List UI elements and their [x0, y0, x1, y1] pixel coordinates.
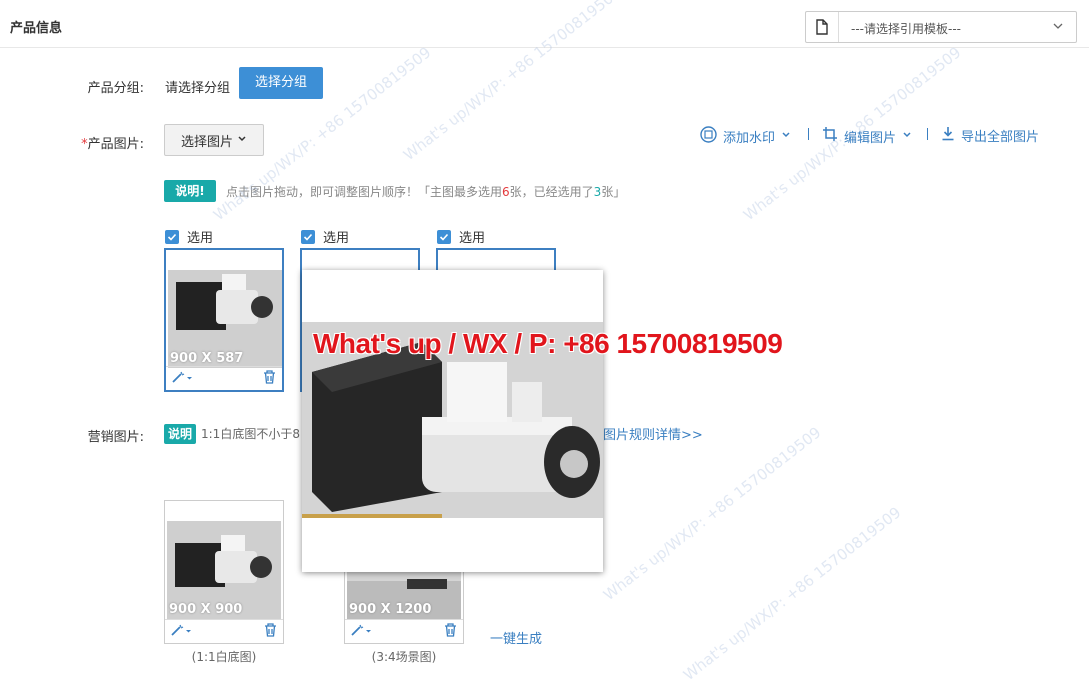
- trash-icon[interactable]: [263, 369, 276, 388]
- template-select-value: ---请选择引用模板---: [851, 22, 961, 36]
- checkbox-label: 选用: [459, 231, 486, 246]
- card-toolbar: [166, 366, 282, 390]
- image-dimension: 900 X 900: [169, 602, 243, 617]
- edit-image-button[interactable]: 编辑图片: [822, 126, 912, 146]
- document-icon: [806, 12, 839, 42]
- checkbox-label: 选用: [323, 231, 350, 246]
- toolbar-divider: [808, 128, 809, 140]
- checkmark-icon: [301, 229, 315, 244]
- toolbar-divider: [927, 128, 928, 140]
- trash-icon[interactable]: [264, 622, 277, 641]
- watermark-icon: [700, 126, 717, 147]
- select-group-button[interactable]: 选择分组: [239, 67, 323, 99]
- product-images-label: *产品图片:: [81, 137, 144, 152]
- select-checkbox[interactable]: 选用: [437, 227, 485, 246]
- template-select[interactable]: ---请选择引用模板---: [805, 11, 1077, 43]
- diagonal-watermark: What's up/WX/P: +86 15700819509: [600, 423, 825, 605]
- group-label: 产品分组:: [87, 81, 144, 96]
- marketing-tip-badge: 说明: [164, 424, 196, 444]
- select-images-label: 选择图片: [180, 134, 233, 150]
- image-dimension: 900 X 587: [170, 351, 244, 366]
- chevron-down-icon: [781, 129, 791, 144]
- export-images-label: 导出全部图片: [961, 130, 1040, 145]
- trash-icon[interactable]: [444, 622, 457, 641]
- card-toolbar: [165, 619, 283, 643]
- checkbox-label: 选用: [187, 231, 214, 246]
- product-thumbnail: 900 X 587: [168, 270, 282, 368]
- select-checkbox[interactable]: 选用: [165, 227, 213, 246]
- select-checkbox[interactable]: 选用: [301, 227, 349, 246]
- image-caption: (3:4场景图): [371, 650, 437, 664]
- tip-text: 点击图片拖动，即可调整图片顺序！「主图最多选用6张，已经选用了3张」: [226, 185, 626, 199]
- chevron-down-icon: [902, 129, 912, 144]
- export-images-button[interactable]: 导出全部图片: [941, 126, 1039, 145]
- crop-icon: [822, 126, 838, 146]
- add-watermark-label: 添加水印: [723, 131, 776, 146]
- checkmark-icon: [437, 229, 451, 244]
- image-caption: (1:1白底图): [191, 650, 257, 664]
- marketing-tip-text: 1:1白底图不小于8: [201, 427, 300, 441]
- select-images-button[interactable]: 选择图片: [164, 124, 264, 156]
- magic-wand-icon[interactable]: [351, 624, 371, 640]
- image-preview-popup: [302, 270, 603, 572]
- edit-image-label: 编辑图片: [844, 130, 897, 146]
- chevron-down-icon: [237, 133, 247, 148]
- image-dimension: 900 X 1200: [349, 602, 432, 617]
- chevron-down-icon: [1052, 20, 1064, 36]
- page-title: 产品信息: [10, 21, 63, 36]
- diagonal-watermark: What's up/WX/P: +86 15700819509: [680, 503, 905, 685]
- product-image-card[interactable]: 900 X 587: [164, 248, 284, 392]
- card-toolbar: [345, 619, 463, 643]
- magic-wand-icon[interactable]: [171, 624, 191, 640]
- checkmark-icon: [165, 229, 179, 244]
- image-rules-link[interactable]: 图片规则详情>>: [603, 424, 703, 443]
- one-click-generate-link[interactable]: 一键生成: [490, 628, 542, 647]
- add-watermark-button[interactable]: 添加水印: [700, 126, 791, 147]
- marketing-thumbnail: 900 X 900: [167, 521, 281, 619]
- group-value: 请选择分组: [165, 81, 231, 96]
- marketing-images-label: 营销图片:: [87, 430, 144, 445]
- tip-badge: 说明!: [164, 180, 216, 202]
- magic-wand-icon[interactable]: [172, 371, 192, 387]
- marketing-image-card[interactable]: 900 X 900: [164, 500, 284, 644]
- download-icon: [941, 126, 955, 145]
- watermark-text: What's up / WX / P: +86 15700819509: [313, 328, 783, 359]
